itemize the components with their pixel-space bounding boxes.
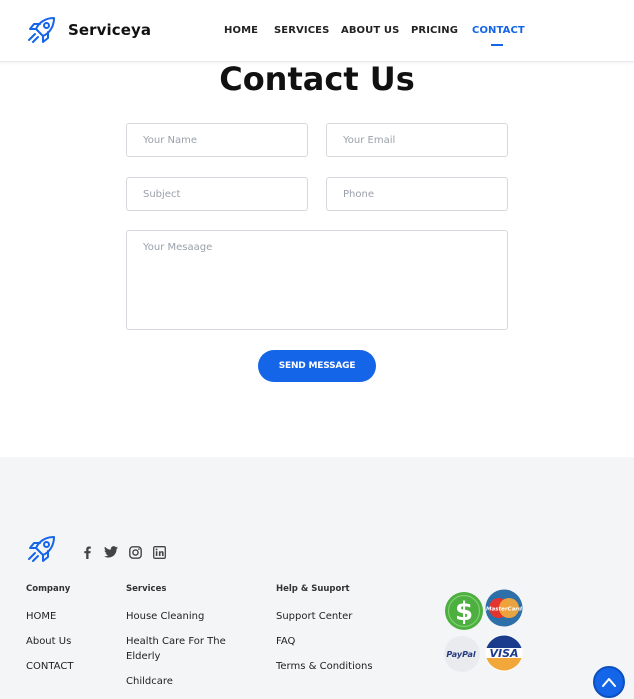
nav-contact[interactable]: CONTACT bbox=[472, 25, 525, 36]
rocket-logo-icon[interactable] bbox=[26, 14, 58, 46]
mastercard-icon: MasterCard bbox=[485, 589, 523, 627]
page-title: Contact Us bbox=[219, 60, 415, 98]
send-message-button[interactable]: SEND MESSAGE bbox=[258, 350, 376, 382]
svg-text:PayPal: PayPal bbox=[446, 650, 475, 659]
footer-link-house-cleaning[interactable]: House Cleaning bbox=[126, 609, 204, 624]
brand-name[interactable]: Serviceya bbox=[68, 21, 151, 39]
services-heading: Services bbox=[126, 584, 167, 594]
message-textarea[interactable] bbox=[126, 230, 508, 330]
footer-link-health-care[interactable]: Health Care For The Elderly bbox=[126, 634, 238, 664]
site-header: Serviceya HOME SERVICES ABOUT US PRICING… bbox=[0, 0, 634, 62]
svg-text:$: $ bbox=[455, 597, 473, 627]
twitter-icon[interactable] bbox=[104, 545, 118, 559]
subject-input[interactable] bbox=[126, 177, 308, 211]
nav-about-us[interactable]: ABOUT US bbox=[341, 25, 399, 36]
footer-link-support-center[interactable]: Support Center bbox=[276, 609, 352, 624]
name-input[interactable] bbox=[126, 123, 308, 157]
nav-services[interactable]: SERVICES bbox=[274, 25, 329, 36]
footer-link-home[interactable]: HOME bbox=[26, 609, 56, 624]
footer-link-childcare[interactable]: Childcare bbox=[126, 674, 173, 689]
chevron-up-icon bbox=[602, 678, 616, 687]
paypal-icon: PayPal bbox=[444, 636, 480, 672]
facebook-icon[interactable] bbox=[80, 545, 94, 559]
footer-link-about-us[interactable]: About Us bbox=[26, 634, 71, 649]
active-nav-indicator bbox=[491, 44, 503, 46]
nav-pricing[interactable]: PRICING bbox=[411, 25, 458, 36]
svg-text:VISA: VISA bbox=[489, 647, 518, 660]
linkedin-icon[interactable] bbox=[152, 545, 166, 559]
footer-link-terms[interactable]: Terms & Conditions bbox=[276, 659, 373, 674]
help-heading: Help & Suuport bbox=[276, 584, 350, 594]
footer-link-faq[interactable]: FAQ bbox=[276, 634, 295, 649]
visa-icon: VISA bbox=[485, 634, 523, 672]
rocket-logo-icon[interactable] bbox=[26, 533, 58, 565]
site-footer: Company HOME About Us CONTACT Services H… bbox=[0, 457, 634, 699]
nav-home[interactable]: HOME bbox=[224, 25, 258, 36]
cash-dollar-icon: $ bbox=[445, 592, 483, 630]
svg-text:MasterCard: MasterCard bbox=[486, 607, 522, 613]
scroll-to-top-button[interactable] bbox=[593, 666, 625, 698]
footer-link-contact[interactable]: CONTACT bbox=[26, 659, 73, 674]
instagram-icon[interactable] bbox=[128, 545, 142, 559]
email-input[interactable] bbox=[326, 123, 508, 157]
phone-input[interactable] bbox=[326, 177, 508, 211]
company-heading: Company bbox=[26, 584, 71, 594]
